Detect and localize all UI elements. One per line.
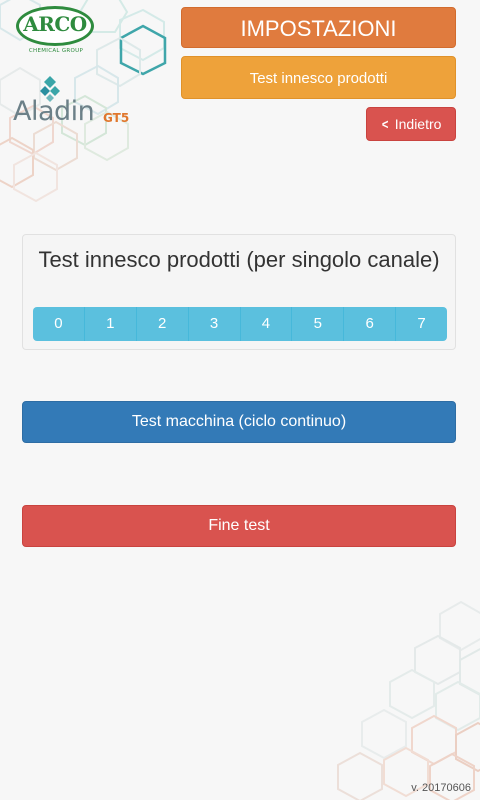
version-label: v. 20170606 <box>411 782 471 794</box>
channel-button-group: 0 1 2 3 4 5 6 7 <box>33 307 447 341</box>
channel-button-5[interactable]: 5 <box>292 307 345 341</box>
channel-button-1[interactable]: 1 <box>84 307 137 341</box>
channel-test-panel: Test innesco prodotti (per singolo canal… <box>22 234 456 350</box>
channel-button-3[interactable]: 3 <box>188 307 241 341</box>
arco-logo-subtitle: CHEMICAL GROUP <box>28 48 84 54</box>
channel-button-6[interactable]: 6 <box>344 307 397 341</box>
end-test-button[interactable]: Fine test <box>22 505 456 547</box>
panel-title: Test innesco prodotti (per singolo canal… <box>38 247 440 272</box>
chevron-left-icon: < <box>381 116 388 132</box>
back-button-label: Indietro <box>394 116 442 132</box>
arco-logo-text: ARCO <box>23 12 87 36</box>
channel-button-7[interactable]: 7 <box>396 307 447 341</box>
channel-button-4[interactable]: 4 <box>240 307 293 341</box>
aladin-model-text: GT5 <box>103 111 130 125</box>
channel-button-2[interactable]: 2 <box>136 307 189 341</box>
settings-title-button[interactable]: IMPOSTAZIONI <box>181 7 456 48</box>
back-button[interactable]: < Indietro <box>366 107 456 141</box>
arco-logo: ARCO CHEMICAL GROUP <box>16 6 96 58</box>
channel-button-0[interactable]: 0 <box>33 307 85 341</box>
aladin-logo-text: Aladin <box>13 96 95 127</box>
machine-test-button[interactable]: Test macchina (ciclo continuo) <box>22 401 456 443</box>
section-title-button[interactable]: Test innesco prodotti <box>181 56 456 99</box>
